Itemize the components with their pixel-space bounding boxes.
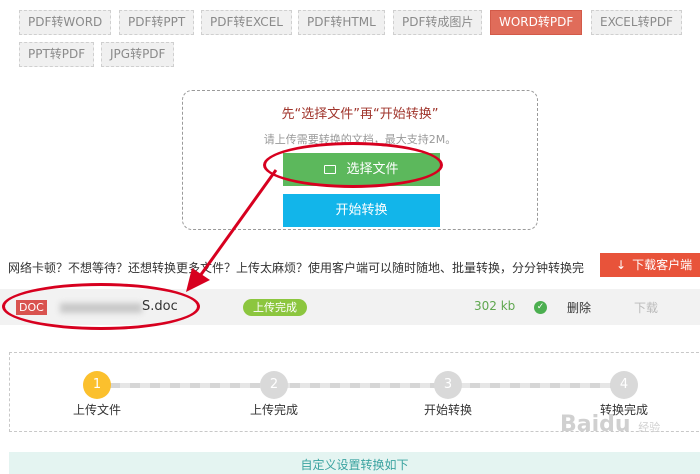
download-arrow-icon: ↓ — [616, 258, 627, 272]
upload-status-badge: 上传完成 — [243, 299, 307, 316]
tab-jpg-to-pdf[interactable]: JPG转PDF — [101, 42, 175, 67]
step-1-label: 上传文件 — [73, 403, 122, 417]
baidu-watermark: Baidu 经验 — [560, 412, 660, 437]
start-convert-button[interactable]: 开始转换 — [283, 194, 440, 227]
step-3-dot: 3 — [434, 371, 462, 399]
step-3-label: 开始转换 — [424, 403, 473, 417]
tab-pdf-to-word[interactable]: PDF转WORD — [19, 10, 112, 35]
tab-pdf-to-ppt[interactable]: PDF转PPT — [119, 10, 195, 35]
watermark-sub: 经验 — [638, 421, 661, 434]
tab-word-to-pdf[interactable]: WORD转PDF — [490, 10, 583, 35]
watermark-brand: Baidu — [560, 412, 631, 437]
tab-excel-to-pdf[interactable]: EXCEL转PDF — [591, 10, 682, 35]
conversion-tabs: PDF转WORD PDF转PPT PDF转EXCEL PDF转HTML PDF转… — [0, 0, 700, 78]
tab-ppt-to-pdf[interactable]: PPT转PDF — [19, 42, 95, 67]
custom-settings-bar: 自定义设置转换如下 — [9, 452, 700, 474]
step-2-dot: 2 — [260, 371, 288, 399]
step-2-label: 上传完成 — [250, 403, 299, 417]
file-size: 302 kb — [474, 299, 516, 313]
tab-pdf-to-image[interactable]: PDF转成图片 — [393, 10, 483, 35]
annotation-ring-file — [2, 283, 200, 330]
download-client-label: 下载客户端 — [632, 258, 693, 272]
download-link[interactable]: 下载 — [634, 299, 658, 316]
delete-link[interactable]: 删除 — [567, 299, 591, 316]
progress-track — [110, 383, 630, 388]
check-icon: ✓ — [534, 301, 547, 314]
download-client-button[interactable]: ↓ 下载客户端 — [600, 253, 700, 277]
upload-headline: 先“选择文件”再“开始转换” — [281, 107, 439, 122]
client-notice: 网络卡顿？不想等待？还想转换更多文件？上传太麻烦？使用客户端可以随时随地、批量转… — [8, 261, 585, 275]
step-4-dot: 4 — [610, 371, 638, 399]
tab-pdf-to-excel[interactable]: PDF转EXCEL — [201, 10, 292, 35]
converter-page: PDF转WORD PDF转PPT PDF转EXCEL PDF转HTML PDF转… — [0, 0, 700, 474]
annotation-ring-choose — [263, 142, 443, 188]
step-1-dot: 1 — [83, 371, 111, 399]
tab-pdf-to-html[interactable]: PDF转HTML — [298, 10, 385, 35]
